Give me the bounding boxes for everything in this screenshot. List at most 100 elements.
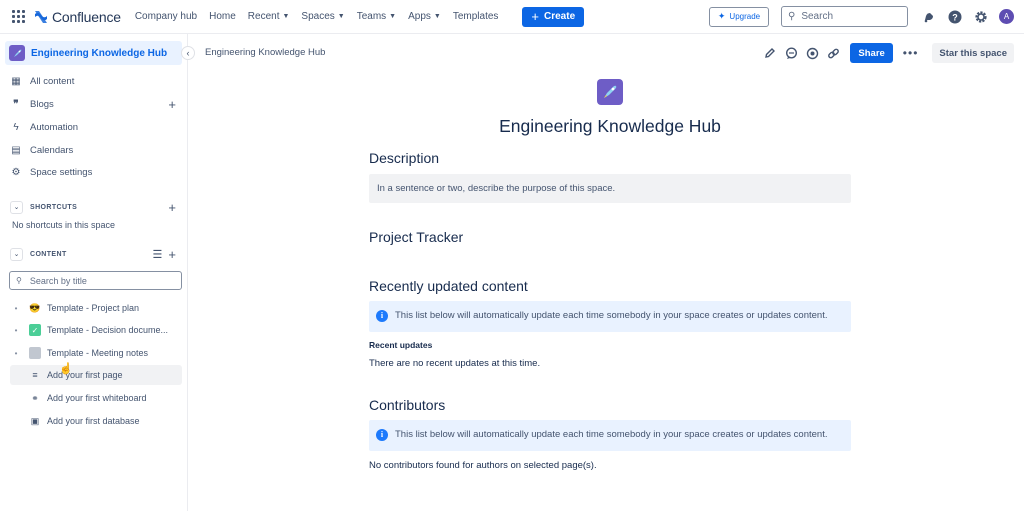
sidebar-item-calendars[interactable]: ▤ Calendars bbox=[10, 141, 182, 159]
rocket-icon bbox=[9, 45, 25, 61]
share-button[interactable]: Share bbox=[850, 43, 893, 63]
search-placeholder: Search bbox=[801, 11, 834, 22]
nav-templates[interactable]: Templates bbox=[453, 11, 499, 22]
nav-label: Recent bbox=[247, 11, 280, 22]
collapse-sidebar-button[interactable]: ‹ bbox=[181, 46, 195, 60]
add-content-icon[interactable]: + bbox=[168, 247, 176, 262]
expand-bullet-icon[interactable]: • bbox=[10, 304, 22, 313]
sidebar-item-blogs[interactable]: ❞ Blogs + bbox=[10, 95, 182, 113]
add-first-page-item[interactable]: ≡ Add your first page bbox=[10, 365, 182, 385]
global-search-input[interactable]: ⚲ Search bbox=[781, 6, 908, 27]
shortcuts-section-header: ⌄ SHORTCUTS + bbox=[10, 199, 182, 215]
nav-recent[interactable]: Recent ▼ bbox=[248, 11, 290, 22]
page-content: Description In a sentence or two, descri… bbox=[369, 150, 851, 471]
confluence-logo-icon bbox=[35, 10, 47, 23]
page-actions: Share ••• Star this space bbox=[763, 43, 1014, 63]
edit-pencil-icon[interactable] bbox=[763, 46, 777, 60]
nav-spaces[interactable]: Spaces ▼ bbox=[301, 11, 344, 22]
chevron-down-icon: ▼ bbox=[433, 13, 441, 20]
upgrade-button[interactable]: ✦ Upgrade bbox=[709, 6, 769, 27]
nav-teams[interactable]: Teams ▼ bbox=[357, 11, 396, 22]
expand-bullet-icon[interactable]: • bbox=[10, 326, 22, 335]
no-recent-updates-text: There are no recent updates at this time… bbox=[369, 358, 541, 369]
nav-label: Spaces bbox=[301, 11, 335, 22]
sidebar-item-all-content[interactable]: ▦ All content bbox=[10, 72, 182, 90]
app-name: Confluence bbox=[52, 8, 121, 25]
more-actions-button[interactable]: ••• bbox=[903, 46, 919, 60]
watch-eye-icon[interactable] bbox=[805, 46, 819, 60]
quote-icon: ❞ bbox=[13, 98, 19, 110]
expand-bullet-icon[interactable]: • bbox=[10, 349, 22, 358]
add-action-label: Add your first database bbox=[47, 416, 140, 426]
avatar-initial: A bbox=[1003, 12, 1010, 21]
space-name: Engineering Knowledge Hub bbox=[31, 47, 168, 59]
contributors-info-panel: i This list below will automatically upd… bbox=[369, 420, 851, 451]
mouse-pointer-icon: ☝ bbox=[59, 363, 73, 375]
chevron-down-icon[interactable]: ⌄ bbox=[10, 200, 23, 214]
tree-item-label: Template - Meeting notes bbox=[47, 348, 149, 358]
all-content-icon: ▦ bbox=[11, 75, 21, 87]
app-switcher-icon[interactable] bbox=[12, 9, 26, 24]
document-icon bbox=[29, 347, 41, 359]
help-icon[interactable]: ? bbox=[947, 9, 963, 25]
nav-label: Home bbox=[209, 11, 236, 22]
gear-icon: ⚙ bbox=[11, 166, 21, 178]
calendar-icon: ▤ bbox=[11, 144, 21, 156]
whiteboard-icon: ⚭ bbox=[31, 392, 39, 403]
star-space-button[interactable]: Star this space bbox=[932, 43, 1014, 63]
page-icon: ≡ bbox=[32, 370, 38, 380]
add-shortcut-icon[interactable]: + bbox=[168, 200, 176, 215]
database-icon: ▣ bbox=[30, 415, 40, 426]
settings-icon[interactable] bbox=[973, 9, 989, 25]
comment-icon[interactable] bbox=[784, 46, 798, 60]
nav-apps[interactable]: Apps ▼ bbox=[408, 11, 441, 22]
checkmark-icon: ✓ bbox=[29, 324, 41, 336]
description-heading: Description bbox=[369, 150, 440, 166]
add-blog-icon[interactable]: + bbox=[168, 97, 176, 112]
create-button[interactable]: + Create bbox=[522, 6, 585, 27]
confluence-logo[interactable]: Confluence bbox=[34, 9, 121, 25]
top-navigation-bar: Confluence Company hub Home Recent ▼ Spac… bbox=[0, 0, 1024, 34]
search-by-title-input[interactable]: ⚲ Search by title bbox=[9, 271, 182, 290]
shortcuts-label: SHORTCUTS bbox=[30, 203, 78, 211]
nav-home[interactable]: Home bbox=[209, 11, 236, 22]
search-icon: ⚲ bbox=[788, 11, 796, 22]
create-label: Create bbox=[544, 11, 576, 22]
user-avatar[interactable]: A bbox=[999, 9, 1014, 24]
no-shortcuts-text: No shortcuts in this space bbox=[12, 220, 116, 230]
sidebar-item-label: Blogs bbox=[30, 98, 54, 110]
breadcrumb[interactable]: Engineering Knowledge Hub bbox=[205, 47, 325, 58]
tree-item-decision-document[interactable]: • ✓ Template - Decision docume... bbox=[10, 320, 182, 340]
no-contributors-text: No contributors found for authors on sel… bbox=[369, 460, 597, 471]
sidebar-item-label: Calendars bbox=[30, 144, 74, 156]
space-rocket-icon bbox=[597, 79, 623, 105]
nav-company-hub[interactable]: Company hub bbox=[135, 11, 197, 22]
info-icon: i bbox=[376, 310, 388, 322]
project-tracker-heading: Project Tracker bbox=[369, 229, 464, 245]
space-header[interactable]: Engineering Knowledge Hub bbox=[5, 41, 182, 65]
recent-info-panel: i This list below will automatically upd… bbox=[369, 301, 851, 332]
chevron-down-icon: ▼ bbox=[389, 13, 397, 20]
star-label: Star this space bbox=[939, 47, 1007, 59]
info-icon: i bbox=[376, 429, 388, 441]
add-first-database-item[interactable]: ▣ Add your first database bbox=[10, 411, 182, 431]
chevron-down-icon[interactable]: ⌄ bbox=[10, 247, 23, 261]
svg-text:?: ? bbox=[952, 12, 958, 22]
upgrade-label: Upgrade bbox=[729, 12, 761, 21]
add-action-label: Add your first whiteboard bbox=[47, 393, 147, 403]
recently-updated-heading: Recently updated content bbox=[369, 278, 528, 294]
sidebar-item-space-settings[interactable]: ⚙ Space settings bbox=[10, 163, 182, 181]
add-first-whiteboard-item[interactable]: ⚭ Add your first whiteboard bbox=[10, 388, 182, 408]
tree-item-project-plan[interactable]: • 😎 Template - Project plan bbox=[10, 298, 182, 318]
notifications-icon[interactable] bbox=[921, 9, 937, 25]
sunglasses-emoji-icon: 😎 bbox=[29, 302, 41, 313]
contributors-heading: Contributors bbox=[369, 397, 446, 413]
chevron-down-icon: ▼ bbox=[337, 13, 345, 20]
copy-link-icon[interactable] bbox=[826, 46, 840, 60]
description-placeholder[interactable]: In a sentence or two, describe the purpo… bbox=[369, 174, 851, 203]
more-icon: ••• bbox=[902, 46, 919, 60]
filter-icon[interactable]: ☰ bbox=[153, 248, 163, 261]
tree-item-meeting-notes[interactable]: • Template - Meeting notes bbox=[10, 343, 182, 363]
tree-item-label: Template - Decision docume... bbox=[47, 325, 169, 335]
chevron-left-icon: ‹ bbox=[186, 48, 190, 58]
